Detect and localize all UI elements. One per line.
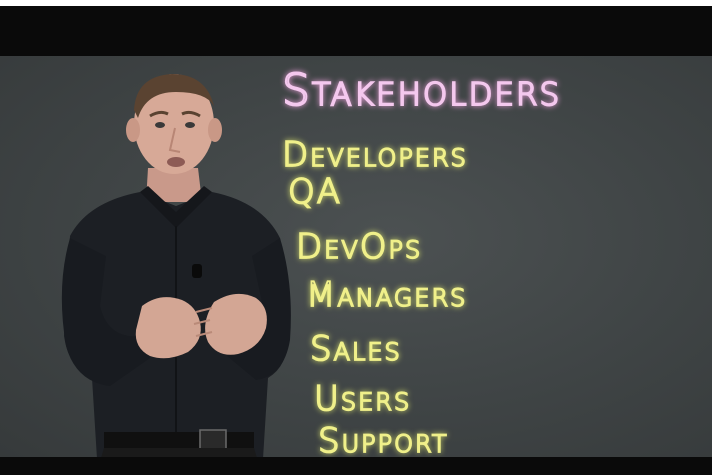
lightboard-writing: Stakeholders Developers QA DevOps Manage…: [281, 64, 561, 462]
page-edge: [712, 6, 721, 475]
video-player[interactable]: Stakeholders Developers QA DevOps Manage…: [0, 6, 712, 475]
board-item-sales: Sales: [310, 329, 402, 369]
board-heading: Stakeholders: [282, 65, 561, 116]
board-item-qa: QA: [288, 172, 342, 212]
board-item-users: Users: [314, 379, 411, 419]
letterbox-bottom: [0, 457, 712, 475]
board-item-devops: DevOps: [296, 227, 422, 267]
board-item-managers: Managers: [306, 275, 467, 315]
video-frame: Stakeholders Developers QA DevOps Manage…: [0, 0, 721, 475]
board-item-support: Support: [318, 421, 449, 461]
board-item-developers: Developers: [282, 135, 468, 175]
